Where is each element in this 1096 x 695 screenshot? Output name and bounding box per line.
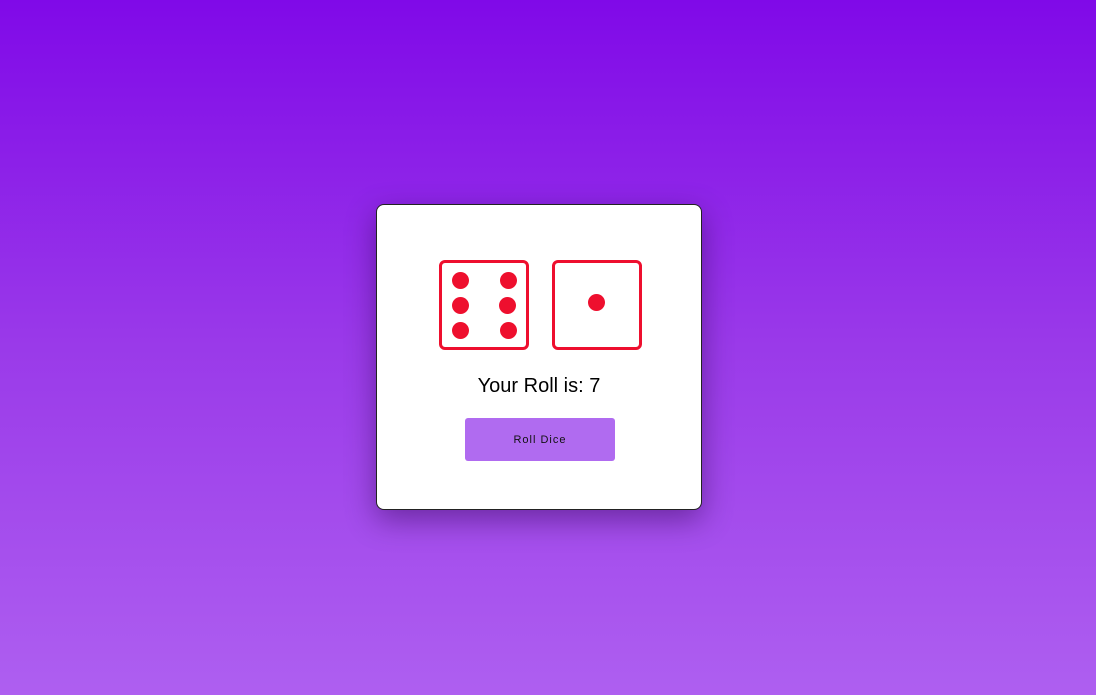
die-pip (499, 297, 516, 314)
die-pip (500, 322, 517, 339)
roll-result-label: Your Roll is: (477, 375, 584, 397)
die-pip (588, 294, 605, 311)
die-pip (500, 272, 517, 289)
dice-card: Your Roll is: 7 Roll Dice (376, 204, 702, 510)
die-pip (452, 297, 469, 314)
roll-result: Your Roll is: 7 (377, 375, 701, 398)
roll-result-total: 7 (589, 375, 601, 397)
die-pip (452, 272, 469, 289)
roll-dice-button[interactable]: Roll Dice (465, 418, 615, 461)
die-one (552, 260, 642, 350)
die-pip (452, 322, 469, 339)
die-six (439, 260, 529, 350)
dice-row (439, 260, 643, 350)
